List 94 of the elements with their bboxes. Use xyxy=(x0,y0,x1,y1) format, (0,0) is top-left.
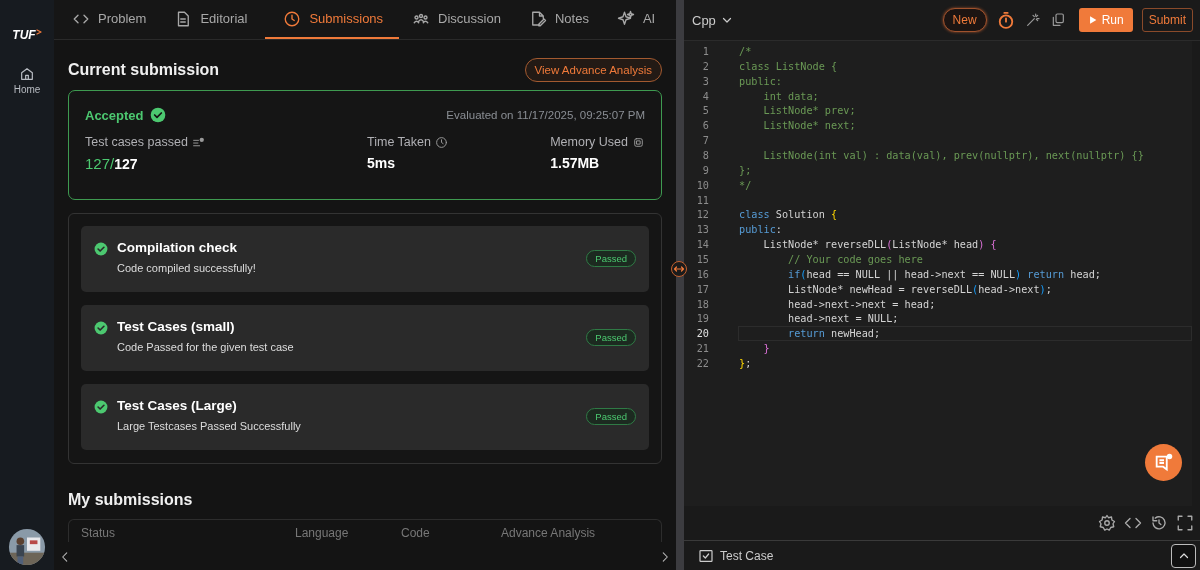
line-number: 18 xyxy=(695,297,709,311)
line-number: 19 xyxy=(695,312,709,326)
line-number: 16 xyxy=(695,267,709,281)
code-line: ListNode* prev; xyxy=(762,104,856,118)
line-number: 9 xyxy=(701,163,709,177)
section-title: Current submission xyxy=(68,61,220,79)
logo[interactable]: TUF xyxy=(12,28,42,42)
double-arrow-icon xyxy=(673,263,685,275)
list-check-icon xyxy=(191,135,205,149)
notes-button[interactable] xyxy=(1145,444,1182,481)
column-header: Status xyxy=(81,526,117,540)
check-detail: Large Testcases Passed Successfully xyxy=(117,420,302,432)
status-text: Accepted xyxy=(85,107,144,123)
code-line: public: xyxy=(739,223,782,237)
line-number: 20 xyxy=(695,327,709,341)
stat-value: 1.57MB xyxy=(550,155,601,171)
line-number: 8 xyxy=(701,149,709,162)
status-badge: Passed xyxy=(586,329,636,346)
evaluated-time: Evaluated on 11/17/2025, 09:25:07 PM xyxy=(446,109,645,121)
stat-value: 127/127 xyxy=(85,155,139,172)
tab[interactable]: Notes xyxy=(518,0,601,39)
sparkle-icon xyxy=(616,9,635,28)
stat-label: Memory Used xyxy=(550,135,628,149)
check-detail: Code compiled successfully! xyxy=(117,262,257,274)
column-header: Language xyxy=(295,526,350,540)
line-number: 15 xyxy=(695,253,709,266)
line-number: 14 xyxy=(695,238,709,252)
line-number: 13 xyxy=(695,223,709,237)
code-line: // Your code goes here xyxy=(787,253,923,266)
checkbox-icon xyxy=(698,547,714,564)
line-number: 11 xyxy=(695,193,709,207)
nav-item[interactable]: Home xyxy=(9,64,45,97)
history-icon[interactable] xyxy=(1150,514,1168,532)
analysis-button[interactable]: View Advance Analysis xyxy=(524,58,662,82)
line-number: 1 xyxy=(701,45,709,58)
check-circle-icon xyxy=(149,107,166,123)
line-number: 3 xyxy=(701,74,709,88)
code-line: }; xyxy=(739,163,752,177)
new-button[interactable]: New xyxy=(942,8,987,32)
submit-button[interactable]: Submit xyxy=(1141,8,1193,32)
test-case-tab[interactable]: Test Case xyxy=(698,547,774,564)
code-line: ListNode* reverseDLL(ListNode* head) { xyxy=(762,238,997,252)
tab[interactable]: AI xyxy=(606,0,668,39)
code-line: ListNode* newHead = reverseDLL(head->next); xyxy=(787,282,1052,296)
status-badge: Passed xyxy=(586,408,636,425)
code-line: class ListNode { xyxy=(739,59,838,73)
line-number: 4 xyxy=(701,89,709,103)
line-number: 2 xyxy=(701,59,709,73)
expand-button[interactable] xyxy=(1171,543,1196,568)
clock-icon xyxy=(435,135,448,149)
code-line: int data; xyxy=(762,89,819,103)
code-line: }; xyxy=(739,357,752,370)
code-line: ListNode(int val) : data(val), prev(nullptr), next(nullptr) {} xyxy=(762,149,1144,162)
tab[interactable]: Discussion xyxy=(402,0,513,39)
magic-wand-icon[interactable] xyxy=(1024,12,1041,28)
chip-icon xyxy=(632,135,645,149)
line-number: 12 xyxy=(695,208,709,222)
tab[interactable]: Problem xyxy=(62,0,159,39)
tab[interactable]: Submissions xyxy=(265,0,400,39)
line-number: 22 xyxy=(695,357,709,370)
line-number: 7 xyxy=(701,134,709,147)
code-line: */ xyxy=(739,178,752,192)
settings-icon[interactable] xyxy=(1098,514,1116,532)
language-dropdown[interactable]: Cpp xyxy=(692,12,733,28)
column-header: Advance Analysis xyxy=(501,526,596,540)
code-line: public: xyxy=(739,74,782,88)
code-line: class Solution { xyxy=(739,208,838,222)
fullscreen-icon[interactable] xyxy=(1176,514,1194,532)
check-detail: Code Passed for the given test case xyxy=(117,341,295,353)
line-number: 6 xyxy=(701,119,709,133)
code-line: ListNode* next; xyxy=(762,119,856,133)
code-line: head->next = NULL; xyxy=(787,312,899,326)
status-badge: Passed xyxy=(586,250,636,267)
stat-value: 5ms xyxy=(367,155,397,171)
clock-icon xyxy=(283,9,302,28)
line-number: 17 xyxy=(695,282,709,296)
code-line: head->next->next = head; xyxy=(787,297,936,311)
line-number: 10 xyxy=(695,178,709,192)
check-title: Test Cases (small) xyxy=(117,319,236,334)
code-line: if(head == NULL || head->next == NULL) return head; xyxy=(787,267,1101,281)
line-number: 5 xyxy=(701,104,709,118)
code-line: /* xyxy=(739,45,752,58)
stat-label: Test cases passed xyxy=(85,135,188,149)
home-icon xyxy=(19,66,35,82)
code-line: } xyxy=(762,342,770,356)
stat-label: Time Taken xyxy=(367,135,431,149)
section-title: My submissions xyxy=(68,491,194,509)
line-number: 21 xyxy=(695,342,709,356)
check-title: Compilation check xyxy=(117,240,239,255)
column-header: Code xyxy=(401,526,431,540)
code-line: return newHead; xyxy=(787,327,881,341)
check-title: Test Cases (Large) xyxy=(117,398,238,413)
tab[interactable]: Editorial xyxy=(164,0,260,39)
play-icon xyxy=(1087,15,1098,25)
